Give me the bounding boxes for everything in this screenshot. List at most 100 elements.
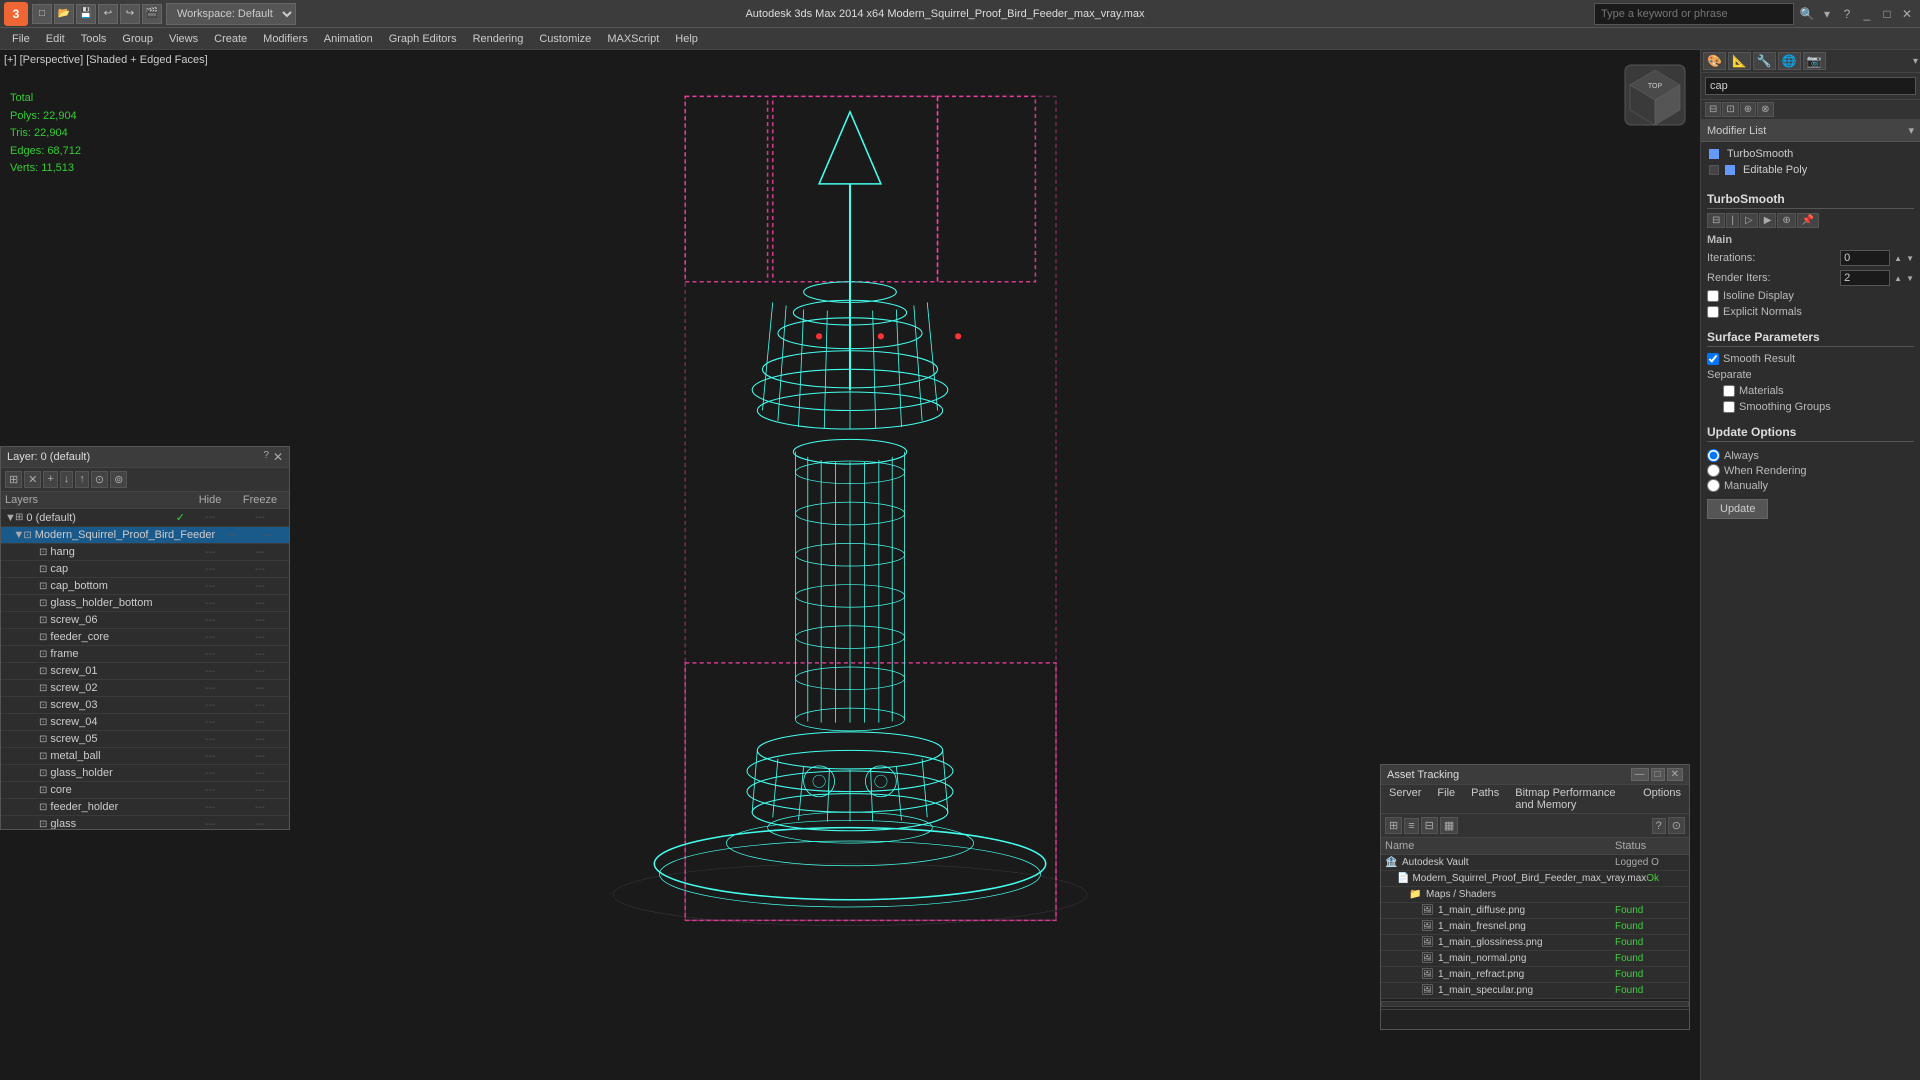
layers-icon3[interactable]: + (43, 471, 57, 488)
menu-item-tools[interactable]: Tools (73, 31, 115, 47)
manually-radio[interactable] (1707, 479, 1720, 492)
layer-item-1[interactable]: ▼⊡Modern_Squirrel_Proof_Bird_Feeder-----… (1, 527, 289, 544)
minimize-icon[interactable]: _ (1858, 5, 1876, 23)
when-rendering-radio[interactable] (1707, 464, 1720, 477)
asset-menu-options[interactable]: Options (1635, 785, 1689, 813)
asset-panel-header[interactable]: Asset Tracking — □ ✕ (1381, 765, 1689, 785)
asset-item-7[interactable]: 🖼1_main_refract.pngFound (1381, 967, 1689, 983)
at-icon6[interactable]: ⊙ (1668, 817, 1685, 834)
layer-item-8[interactable]: ⊡frame------ (1, 646, 289, 663)
smooth-result-checkbox[interactable] (1707, 353, 1719, 365)
asset-item-6[interactable]: 🖼1_main_normal.pngFound (1381, 951, 1689, 967)
search-input[interactable] (1594, 3, 1794, 25)
rp-icon4[interactable]: 🌐 (1778, 52, 1801, 70)
iterations-input[interactable] (1840, 250, 1890, 266)
layer-item-17[interactable]: ⊡feeder_holder------ (1, 799, 289, 816)
menu-item-graph-editors[interactable]: Graph Editors (381, 31, 465, 47)
layers-icon4[interactable]: ↓ (60, 471, 74, 488)
manually-radio-label[interactable]: Manually (1707, 478, 1914, 493)
at-icon1[interactable]: ⊞ (1385, 817, 1402, 834)
asset-item-3[interactable]: 🖼1_main_diffuse.pngFound (1381, 903, 1689, 919)
layer-item-9[interactable]: ⊡screw_01------ (1, 663, 289, 680)
asset-maximize-btn[interactable]: □ (1651, 768, 1665, 781)
at-icon4[interactable]: ▦ (1440, 817, 1458, 834)
layer-item-16[interactable]: ⊡core------ (1, 782, 289, 799)
menu-item-customize[interactable]: Customize (531, 31, 599, 47)
render-iters-input[interactable] (1840, 270, 1890, 286)
nav-cube[interactable]: TOP (1620, 60, 1690, 130)
help-icon[interactable]: ? (1838, 5, 1856, 23)
render-setup-btn[interactable]: 🎬 (142, 4, 162, 24)
layer-item-5[interactable]: ⊡glass_holder_bottom------ (1, 595, 289, 612)
menu-item-rendering[interactable]: Rendering (465, 31, 532, 47)
asset-item-4[interactable]: 🖼1_main_fresnel.pngFound (1381, 919, 1689, 935)
layer-item-18[interactable]: ⊡glass------ (1, 816, 289, 829)
asset-menu-bitmap-performance-and-memory[interactable]: Bitmap Performance and Memory (1507, 785, 1635, 813)
rp-icon5[interactable]: 📷 (1803, 52, 1826, 70)
asset-item-5[interactable]: 🖼1_main_glossiness.pngFound (1381, 935, 1689, 951)
asset-minimize-btn[interactable]: — (1631, 768, 1649, 781)
layer-item-12[interactable]: ⊡screw_04------ (1, 714, 289, 731)
layer-item-7[interactable]: ⊡feeder_core------ (1, 629, 289, 646)
mt-icon1[interactable]: ⊟ (1705, 102, 1721, 117)
asset-menu-file[interactable]: File (1429, 785, 1463, 813)
layers-panel-header[interactable]: Layer: 0 (default) ? ✕ (1, 447, 289, 468)
asset-item-8[interactable]: 🖼1_main_specular.pngFound (1381, 983, 1689, 999)
search-down-icon[interactable]: ▾ (1818, 5, 1836, 23)
smoothing-groups-checkbox[interactable] (1723, 401, 1735, 413)
always-radio[interactable] (1707, 449, 1720, 462)
new-btn[interactable]: □ (32, 4, 52, 24)
layer-item-11[interactable]: ⊡screw_03------ (1, 697, 289, 714)
at-icon3[interactable]: ⊟ (1421, 817, 1438, 834)
at-icon2[interactable]: ≡ (1404, 818, 1418, 834)
layers-icon6[interactable]: ⊙ (91, 471, 108, 488)
layer-item-14[interactable]: ⊡metal_ball------ (1, 748, 289, 765)
save-btn[interactable]: 💾 (76, 4, 96, 24)
layer-item-6[interactable]: ⊡screw_06------ (1, 612, 289, 629)
object-name-input[interactable] (1705, 77, 1916, 95)
update-button[interactable]: Update (1707, 499, 1768, 519)
layers-list[interactable]: ▼⊞0 (default)✓------▼⊡Modern_Squirrel_Pr… (1, 509, 289, 829)
iterations-spinner-down[interactable]: ▼ (1906, 254, 1914, 263)
modifier-item-turbosmooth[interactable]: TurboSmooth (1705, 146, 1916, 162)
rp-dropdown-icon[interactable]: ▾ (1913, 56, 1918, 67)
asset-menu-server[interactable]: Server (1381, 785, 1429, 813)
ts-tb1[interactable]: ⊟ (1707, 213, 1725, 228)
redo-btn[interactable]: ↪ (120, 4, 140, 24)
render-iters-down[interactable]: ▼ (1906, 274, 1914, 283)
maximize-icon[interactable]: □ (1878, 5, 1896, 23)
menu-item-edit[interactable]: Edit (38, 31, 73, 47)
menu-item-maxscript[interactable]: MAXScript (599, 31, 667, 47)
menu-item-animation[interactable]: Animation (316, 31, 381, 47)
layer-item-0[interactable]: ▼⊞0 (default)✓------ (1, 509, 289, 527)
rp-icon2[interactable]: 📐 (1728, 52, 1751, 70)
isoline-checkbox[interactable] (1707, 290, 1719, 302)
open-btn[interactable]: 📂 (54, 4, 74, 24)
layers-icon1[interactable]: ⊞ (5, 471, 22, 488)
at-icon5[interactable]: ? (1652, 818, 1666, 834)
layer-item-15[interactable]: ⊡glass_holder------ (1, 765, 289, 782)
layers-icon2[interactable]: ✕ (24, 471, 41, 488)
asset-close-btn[interactable]: ✕ (1667, 768, 1683, 781)
undo-btn[interactable]: ↩ (98, 4, 118, 24)
always-radio-label[interactable]: Always (1707, 448, 1914, 463)
layers-close-btn[interactable]: ✕ (273, 450, 283, 464)
render-iters-up[interactable]: ▲ (1894, 274, 1902, 283)
workspace-dropdown[interactable]: Workspace: Default (166, 3, 296, 25)
menu-item-views[interactable]: Views (161, 31, 206, 47)
close-icon[interactable]: ✕ (1898, 5, 1916, 23)
ts-tb6[interactable]: 📌 (1797, 213, 1819, 228)
layer-item-3[interactable]: ⊡cap------ (1, 561, 289, 578)
asset-menu-paths[interactable]: Paths (1463, 785, 1507, 813)
materials-checkbox[interactable] (1723, 385, 1735, 397)
ts-tb3[interactable]: ▷ (1740, 213, 1758, 228)
layer-item-2[interactable]: ⊡hang------ (1, 544, 289, 561)
asset-item-1[interactable]: 📄Modern_Squirrel_Proof_Bird_Feeder_max_v… (1381, 871, 1689, 887)
explicit-normals-checkbox[interactable] (1707, 306, 1719, 318)
search-icon[interactable]: 🔍 (1798, 5, 1816, 23)
menu-item-modifiers[interactable]: Modifiers (255, 31, 316, 47)
layer-item-4[interactable]: ⊡cap_bottom------ (1, 578, 289, 595)
rp-icon3[interactable]: 🔧 (1753, 52, 1776, 70)
asset-scrollbar[interactable] (1381, 999, 1689, 1009)
modifier-item-editpoly[interactable]: Editable Poly (1705, 162, 1916, 178)
